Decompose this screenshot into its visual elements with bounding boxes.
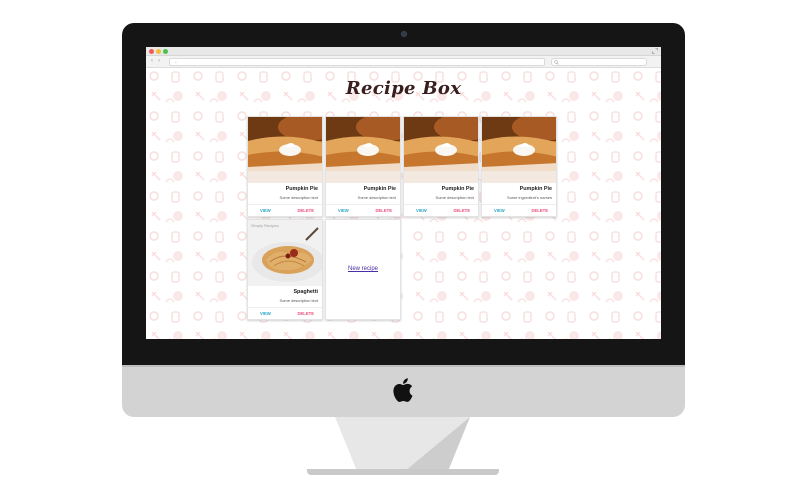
card-actions: VIEW DELETE — [404, 204, 478, 216]
recipe-description: Some description text — [357, 195, 396, 200]
delete-button[interactable]: DELETE — [297, 208, 314, 213]
address-bar[interactable]: ← — [169, 58, 545, 66]
minimize-window-button[interactable] — [156, 49, 161, 54]
pumpkin-pie-image — [404, 117, 478, 183]
image-watermark: Simply Recipes — [251, 223, 279, 228]
apple-logo-icon — [393, 378, 413, 402]
view-button[interactable]: VIEW — [260, 208, 271, 213]
monitor-foot — [307, 469, 499, 475]
pumpkin-pie-image — [248, 117, 322, 183]
search-icon — [554, 60, 559, 65]
recipe-description: Some description text — [279, 195, 318, 200]
recipe-description: Some ingredient's names — [506, 195, 552, 200]
recipe-name: Pumpkin Pie — [441, 186, 474, 192]
recipe-description: Some description text — [435, 195, 474, 200]
recipe-card: Pumpkin Pie Some description text VIEW D… — [325, 116, 401, 217]
recipe-description: Some description text — [279, 298, 318, 303]
view-button[interactable]: VIEW — [338, 208, 349, 213]
pumpkin-pie-image — [482, 117, 556, 183]
card-actions: VIEW DELETE — [248, 204, 322, 216]
delete-button[interactable]: DELETE — [297, 311, 314, 316]
card-actions: VIEW DELETE — [248, 307, 322, 319]
address-bar-text: ← — [174, 59, 179, 65]
recipe-name: Pumpkin Pie — [519, 186, 552, 192]
close-window-button[interactable] — [149, 49, 154, 54]
recipe-card: Pumpkin Pie Some description text VIEW D… — [403, 116, 479, 217]
browser-title-bar — [146, 47, 661, 56]
recipe-card: Pumpkin Pie Some ingredient's names VIEW… — [481, 116, 557, 217]
delete-button[interactable]: DELETE — [453, 208, 470, 213]
monitor-stand — [335, 417, 470, 471]
fullscreen-icon[interactable] — [652, 48, 658, 54]
new-recipe-card: New recipe — [325, 219, 401, 320]
pumpkin-pie-image — [326, 117, 400, 183]
recipe-card: Pumpkin Pie Some description text VIEW D… — [247, 116, 323, 217]
maximize-window-button[interactable] — [163, 49, 168, 54]
screen: ‹ › ← Recipe Box Pumpkin Pie Some descri… — [146, 47, 661, 339]
recipe-box-page: Recipe Box Pumpkin Pie Some description … — [146, 68, 661, 339]
new-recipe-link[interactable]: New recipe — [326, 266, 400, 272]
view-button[interactable]: VIEW — [416, 208, 427, 213]
webcam — [401, 31, 407, 37]
spaghetti-image — [248, 220, 322, 286]
page-title: Recipe Box — [345, 78, 462, 99]
delete-button[interactable]: DELETE — [375, 208, 392, 213]
card-actions: VIEW DELETE — [482, 204, 556, 216]
back-button[interactable]: ‹ — [151, 58, 153, 65]
recipe-name: Pumpkin Pie — [363, 186, 396, 192]
recipe-name: Spaghetti — [293, 289, 318, 295]
browser-search-field[interactable] — [551, 58, 647, 66]
recipe-card: Simply Recipes Spaghetti Some descriptio… — [247, 219, 323, 320]
view-button[interactable]: VIEW — [260, 311, 271, 316]
view-button[interactable]: VIEW — [494, 208, 505, 213]
browser-toolbar: ‹ › ← — [146, 56, 661, 68]
card-actions: VIEW DELETE — [326, 204, 400, 216]
delete-button[interactable]: DELETE — [531, 208, 548, 213]
forward-button[interactable]: › — [158, 58, 160, 65]
recipe-name: Pumpkin Pie — [285, 186, 318, 192]
